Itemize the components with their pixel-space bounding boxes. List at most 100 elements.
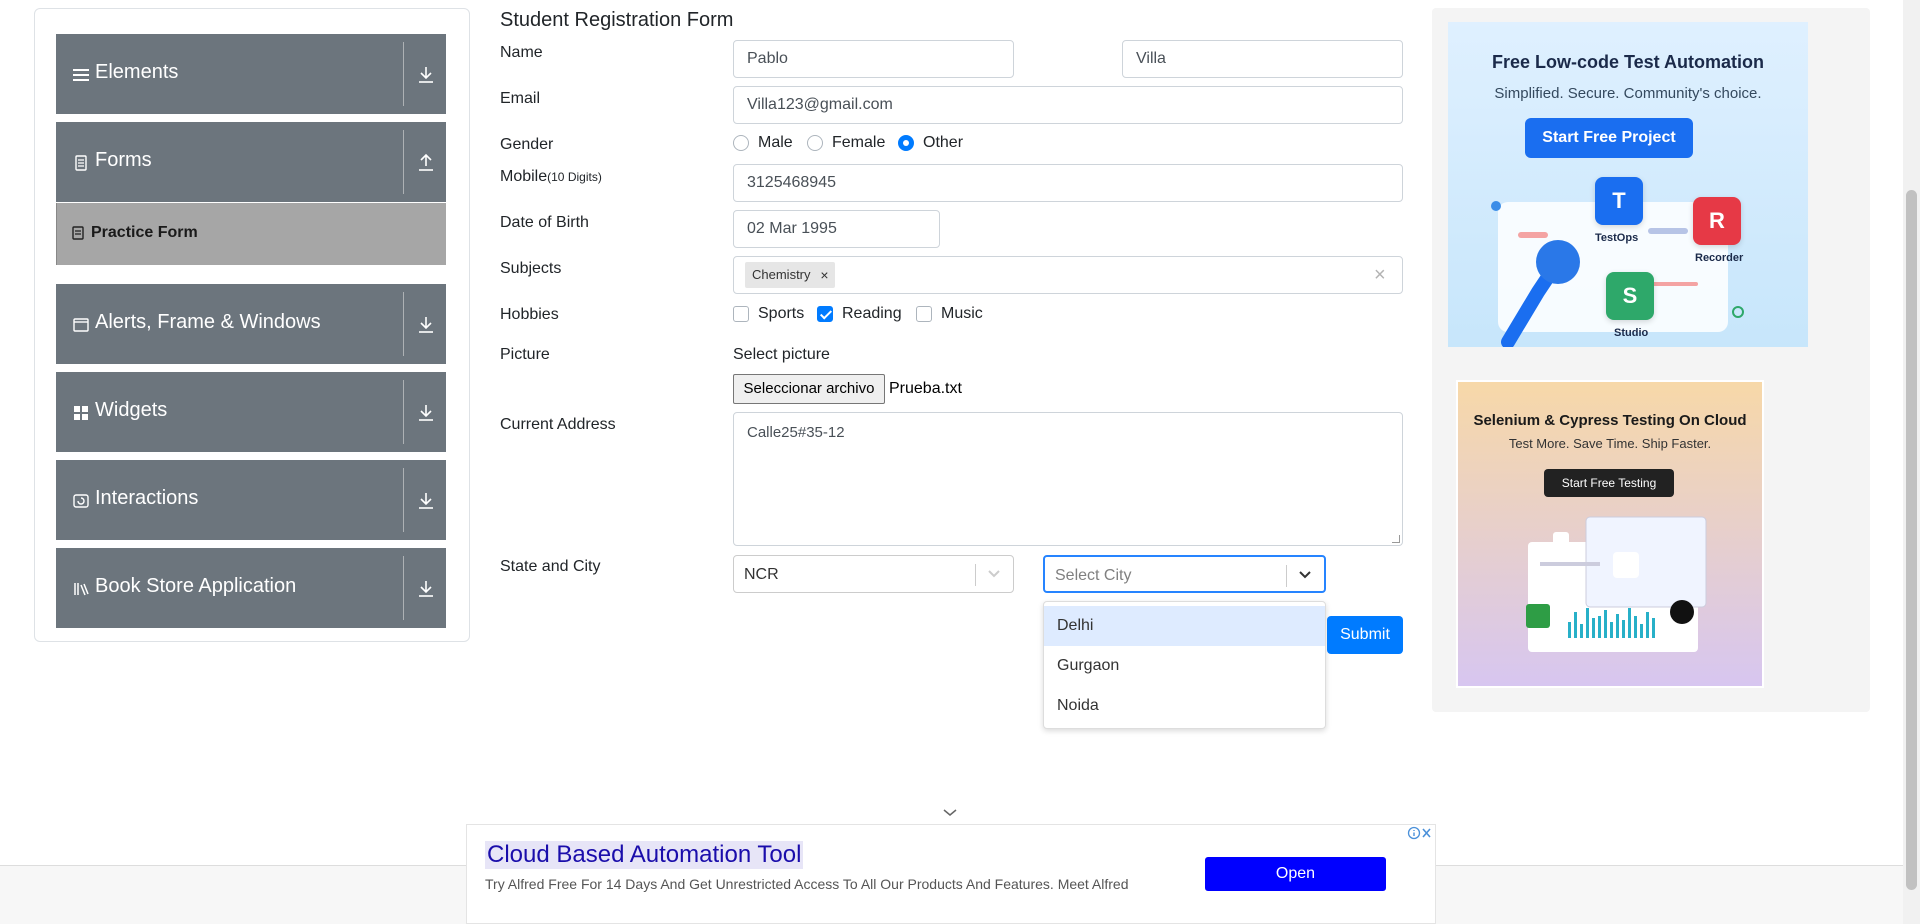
- books-icon: [74, 583, 89, 596]
- scrollbar-thumb[interactable]: [1906, 190, 1917, 890]
- city-option-noida[interactable]: Noida: [1044, 686, 1325, 726]
- sidebar-group-title: Widgets: [95, 399, 168, 421]
- studio-icon: S: [1606, 272, 1654, 320]
- divider: [403, 556, 404, 620]
- clear-icon[interactable]: ×: [1374, 264, 1386, 287]
- checkbox-checked[interactable]: [817, 306, 833, 322]
- ad-katalon[interactable]: Free Low-code Test Automation Simplified…: [1448, 22, 1808, 347]
- download-icon: [419, 405, 433, 421]
- checkbox-label: Sports: [758, 305, 805, 322]
- divider: [403, 380, 404, 444]
- sidebar-item-practice-form[interactable]: Practice Form: [56, 203, 446, 265]
- start-free-project-button[interactable]: Start Free Project: [1525, 118, 1693, 158]
- upload-icon: [419, 153, 433, 171]
- sidebar-group-alerts[interactable]: Alerts, Frame & Windows: [56, 284, 446, 364]
- radio-button[interactable]: [807, 135, 823, 151]
- hobby-checkbox-reading[interactable]: Reading: [817, 305, 902, 323]
- ad-title: Selenium & Cypress Testing On Cloud: [1473, 412, 1747, 429]
- radio-label: Female: [832, 134, 886, 151]
- city-option-delhi[interactable]: Delhi: [1044, 606, 1325, 646]
- download-icon: [419, 493, 433, 509]
- radio-label: Other: [923, 134, 964, 151]
- subject-chip: Chemistry ×: [745, 262, 835, 288]
- dob-input[interactable]: 02 Mar 1995: [733, 210, 940, 248]
- mobile-label: Mobile(10 Digits): [500, 168, 602, 186]
- city-select[interactable]: Select City: [1043, 555, 1326, 593]
- sidebar-group-elements[interactable]: Elements: [56, 34, 446, 114]
- bottom-banner-ad[interactable]: Cloud Based Automation Tool Try Alfred F…: [466, 824, 1436, 924]
- hamburger-icon: [73, 69, 89, 81]
- form-icon: [72, 226, 84, 240]
- mobile-input[interactable]: 3125468945: [733, 164, 1403, 202]
- sidebar-group-interactions[interactable]: Interactions: [56, 460, 446, 540]
- sidebar-group-widgets[interactable]: Widgets: [56, 372, 446, 452]
- ad-title: Free Low-code Test Automation: [1491, 52, 1764, 72]
- tile-label: TestOps: [1595, 232, 1639, 244]
- radio-button[interactable]: [733, 135, 749, 151]
- choose-file-button[interactable]: Seleccionar archivo: [733, 374, 885, 404]
- download-icon: [419, 67, 433, 83]
- checkbox[interactable]: [733, 306, 749, 322]
- sidebar-group-title: Alerts, Frame & Windows: [95, 311, 321, 333]
- subjects-label: Subjects: [500, 260, 562, 277]
- sidebar-group-title: Book Store Application: [95, 575, 297, 597]
- sidebar-group-book-store[interactable]: Book Store Application: [56, 548, 446, 628]
- gender-radio-male[interactable]: Male: [733, 134, 793, 152]
- testops-icon: T: [1595, 177, 1643, 225]
- submit-button[interactable]: Submit: [1327, 616, 1403, 654]
- city-option-gurgaon[interactable]: Gurgaon: [1044, 646, 1325, 686]
- ad-description: Try Alfred Free For 14 Days And Get Unre…: [485, 876, 1129, 892]
- interaction-icon: [73, 494, 89, 508]
- divider: [403, 130, 404, 194]
- sidebar-group-title: Interactions: [95, 487, 199, 509]
- sidebar-group-forms[interactable]: Forms: [56, 122, 446, 202]
- gender-radio-female[interactable]: Female: [807, 134, 885, 152]
- checkbox[interactable]: [916, 306, 932, 322]
- chip-label: Chemistry: [752, 267, 811, 282]
- hobby-checkbox-music[interactable]: Music: [916, 305, 983, 323]
- sidebar-group-title: Elements: [95, 61, 179, 83]
- file-name: Prueba.txt: [889, 380, 962, 397]
- mobile-label-text: Mobile: [500, 168, 548, 185]
- tile-label: Recorder: [1695, 252, 1744, 264]
- ad-choices-icon[interactable]: [1407, 825, 1433, 841]
- ad-illustration: [1526, 516, 1707, 652]
- gender-radio-other[interactable]: Other: [898, 134, 963, 152]
- state-select[interactable]: NCR: [733, 555, 1014, 593]
- divider: [1286, 565, 1287, 587]
- address-textarea[interactable]: Calle25#35-12: [733, 412, 1403, 546]
- state-value: NCR: [744, 566, 779, 583]
- state-city-label: State and City: [500, 558, 601, 575]
- email-label: Email: [500, 90, 541, 107]
- chevron-down-icon[interactable]: [986, 568, 1002, 580]
- chip-remove-icon[interactable]: ×: [820, 262, 828, 288]
- download-icon: [419, 317, 433, 333]
- dob-label: Date of Birth: [500, 214, 589, 231]
- sidebar-group-title: Forms: [95, 149, 152, 171]
- divider: [403, 468, 404, 532]
- start-free-testing-button[interactable]: Start Free Testing: [1544, 469, 1674, 497]
- select-picture-label: Select picture: [733, 346, 830, 363]
- tile-label: Studio: [1614, 327, 1649, 339]
- divider: [403, 292, 404, 356]
- ad-lambdatest[interactable]: Selenium & Cypress Testing On Cloud Test…: [1456, 380, 1764, 688]
- radio-button-selected[interactable]: [898, 135, 914, 151]
- open-button[interactable]: Open: [1205, 857, 1386, 891]
- page-title: Student Registration Form: [500, 9, 734, 31]
- picture-label: Picture: [500, 346, 550, 363]
- sidebar: Elements Forms Practice Form Alerts, Fra…: [34, 8, 470, 642]
- checkbox-label: Music: [941, 305, 983, 322]
- chevron-down-icon[interactable]: [1297, 569, 1313, 581]
- email-input[interactable]: Villa123@gmail.com: [733, 86, 1403, 124]
- first-name-input[interactable]: Pablo: [733, 40, 1014, 78]
- ad-headline[interactable]: Cloud Based Automation Tool: [485, 841, 804, 869]
- radio-label: Male: [758, 134, 793, 151]
- chevron-down-icon[interactable]: [942, 808, 958, 818]
- download-icon: [419, 581, 433, 597]
- mobile-hint: (10 Digits): [547, 170, 602, 184]
- last-name-input[interactable]: Villa: [1122, 40, 1403, 78]
- checkbox-label: Reading: [842, 305, 902, 322]
- resize-handle[interactable]: [1392, 535, 1400, 543]
- hobby-checkbox-sports[interactable]: Sports: [733, 305, 804, 323]
- city-dropdown-menu: Delhi Gurgaon Noida: [1043, 601, 1326, 729]
